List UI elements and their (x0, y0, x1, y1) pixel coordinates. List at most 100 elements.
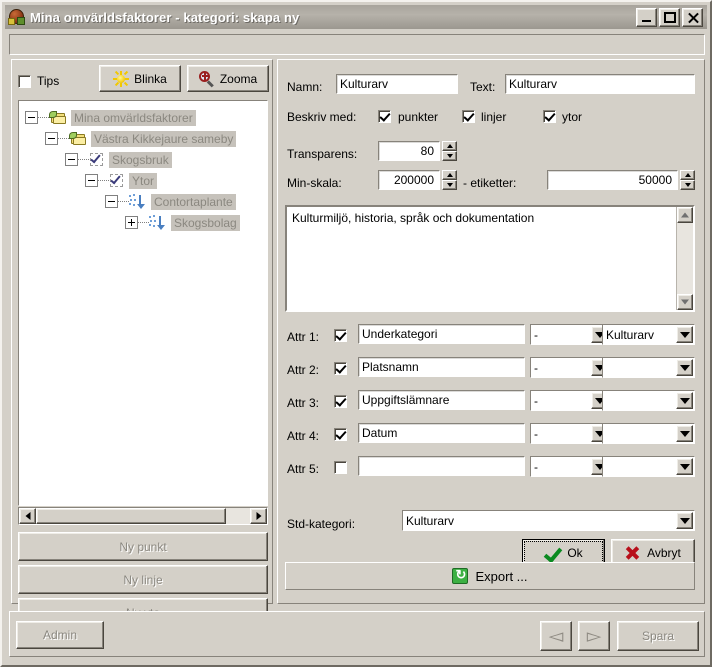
attr5-value-select[interactable] (602, 456, 695, 477)
next-icon: ▻ (586, 625, 602, 647)
attr1-checkbox[interactable] (334, 329, 347, 342)
text-input[interactable]: Kulturarv (505, 74, 695, 94)
namn-input[interactable]: Kulturarv (336, 74, 458, 94)
scroll-down-button[interactable] (677, 294, 693, 310)
std-kategori-select[interactable]: Kulturarv (402, 510, 695, 531)
ny-linje-label: Ny linje (123, 572, 163, 587)
tree-item[interactable]: Skogsbolag (125, 212, 240, 233)
scrollbar-track[interactable] (226, 508, 250, 524)
tree-connector (138, 222, 149, 223)
attr3-label: Attr 3: (287, 396, 320, 410)
attr2-checkbox[interactable] (334, 362, 347, 375)
scroll-left-button[interactable] (19, 508, 36, 524)
description-textarea[interactable]: Kulturmiljö, historia, språk och dokumen… (285, 205, 695, 312)
tree-item[interactable]: Ytor (85, 170, 158, 191)
export-button[interactable]: Export ... (285, 562, 695, 590)
attr1-value-select[interactable]: Kulturarv (602, 324, 695, 345)
tree-item-label: Contortaplante (151, 193, 236, 210)
next-button[interactable]: ▻ (578, 621, 610, 651)
spinner-down-icon[interactable] (680, 180, 695, 190)
spara-label: Spara (641, 629, 675, 643)
attr5-operator-select[interactable]: - (530, 456, 610, 477)
text-label: Text: (470, 80, 496, 94)
tree-item[interactable]: Contortaplante (105, 191, 236, 212)
spinner-up-icon[interactable] (442, 170, 457, 180)
transparens-input[interactable]: 80 (378, 141, 440, 161)
magnifier-plus-icon (198, 70, 215, 87)
attr4-value-select[interactable] (602, 423, 695, 444)
punkter-checkbox[interactable] (378, 110, 391, 123)
attr3-operator-select[interactable]: - (530, 390, 610, 411)
spara-button[interactable]: Spara (617, 621, 699, 651)
attr2-operator-select[interactable]: - (530, 357, 610, 378)
expander-minus-icon[interactable] (105, 195, 118, 208)
transparens-spinner[interactable] (442, 141, 457, 161)
factor-tree[interactable]: Mina omvärldsfaktorer Västra Kikkejaure … (18, 100, 268, 506)
spinner-down-icon[interactable] (442, 151, 457, 161)
tree-horizontal-scrollbar[interactable] (18, 507, 268, 525)
namn-label: Namn: (287, 80, 323, 94)
expander-minus-icon[interactable] (85, 174, 98, 187)
tree-connector (98, 180, 109, 181)
attr4-operator-select[interactable]: - (530, 423, 610, 444)
chevron-down-icon[interactable] (676, 458, 693, 475)
minimize-button[interactable] (636, 7, 657, 27)
blinka-button[interactable]: Blinka (99, 65, 181, 92)
chevron-down-icon[interactable] (676, 425, 693, 442)
description-text: Kulturmiljö, historia, språk och dokumen… (292, 211, 535, 225)
chevron-down-icon[interactable] (676, 512, 693, 529)
maximize-button[interactable] (659, 7, 680, 27)
description-scrollbar[interactable] (676, 207, 693, 310)
tips-checkbox[interactable] (18, 74, 31, 88)
etiketter-spinner[interactable] (680, 170, 695, 190)
ytor-checkbox[interactable] (543, 110, 556, 123)
attr5-name-input[interactable] (358, 456, 525, 476)
attr2-name-input[interactable]: Platsnamn (358, 357, 525, 377)
expander-plus-icon[interactable] (125, 216, 138, 229)
tree-item[interactable]: Västra Kikkejaure sameby (45, 128, 237, 149)
cross-icon (625, 546, 640, 560)
attr4-checkbox[interactable] (334, 428, 347, 441)
expander-minus-icon[interactable] (65, 153, 78, 166)
folder-globe-icon (69, 131, 87, 146)
tree-item[interactable]: Mina omvärldsfaktorer (25, 107, 196, 128)
attr4-name-input[interactable]: Datum (358, 423, 525, 443)
transparens-label: Transparens: (287, 147, 358, 161)
std-kategori-value: Kulturarv (406, 513, 455, 528)
attr3-name-input[interactable]: Uppgiftslämnare (358, 390, 525, 410)
etiketter-input[interactable]: 50000 (547, 170, 678, 190)
expander-minus-icon[interactable] (45, 132, 58, 145)
attr1-operator-select[interactable]: - (530, 324, 610, 345)
attr1-operator-value: - (534, 327, 538, 342)
zooma-button[interactable]: Zooma (187, 65, 269, 92)
std-kategori-label: Std-kategori: (287, 517, 356, 531)
spinner-down-icon[interactable] (442, 180, 457, 190)
ny-linje-button[interactable]: Ny linje (18, 565, 268, 594)
attr3-checkbox[interactable] (334, 395, 347, 408)
linjer-checkbox[interactable] (462, 110, 475, 123)
attr1-name-input[interactable]: Underkategori (358, 324, 525, 344)
footer-bar: Admin ◅ ▻ Spara (9, 611, 705, 657)
chevron-down-icon[interactable] (676, 326, 693, 343)
checkbox-check-icon (109, 173, 125, 188)
close-icon[interactable] (682, 7, 703, 27)
chevron-down-icon[interactable] (676, 392, 693, 409)
ok-label: Ok (567, 546, 583, 560)
attr5-checkbox[interactable] (334, 461, 347, 474)
min-skala-input[interactable]: 200000 (378, 170, 440, 190)
previous-button[interactable]: ◅ (540, 621, 572, 651)
admin-button[interactable]: Admin (16, 621, 104, 649)
spinner-up-icon[interactable] (442, 141, 457, 151)
scrollbar-thumb[interactable] (36, 508, 226, 524)
attr3-value-select[interactable] (602, 390, 695, 411)
expander-minus-icon[interactable] (25, 111, 38, 124)
spinner-up-icon[interactable] (680, 170, 695, 180)
scroll-up-button[interactable] (677, 207, 693, 223)
chevron-down-icon[interactable] (676, 359, 693, 376)
attr2-value-select[interactable] (602, 357, 695, 378)
min-skala-spinner[interactable] (442, 170, 457, 190)
ny-punkt-button[interactable]: Ny punkt (18, 532, 268, 561)
scroll-right-button[interactable] (250, 508, 267, 524)
punkter-label: punkter (398, 110, 439, 124)
tree-item[interactable]: Skogsbruk (65, 149, 172, 170)
